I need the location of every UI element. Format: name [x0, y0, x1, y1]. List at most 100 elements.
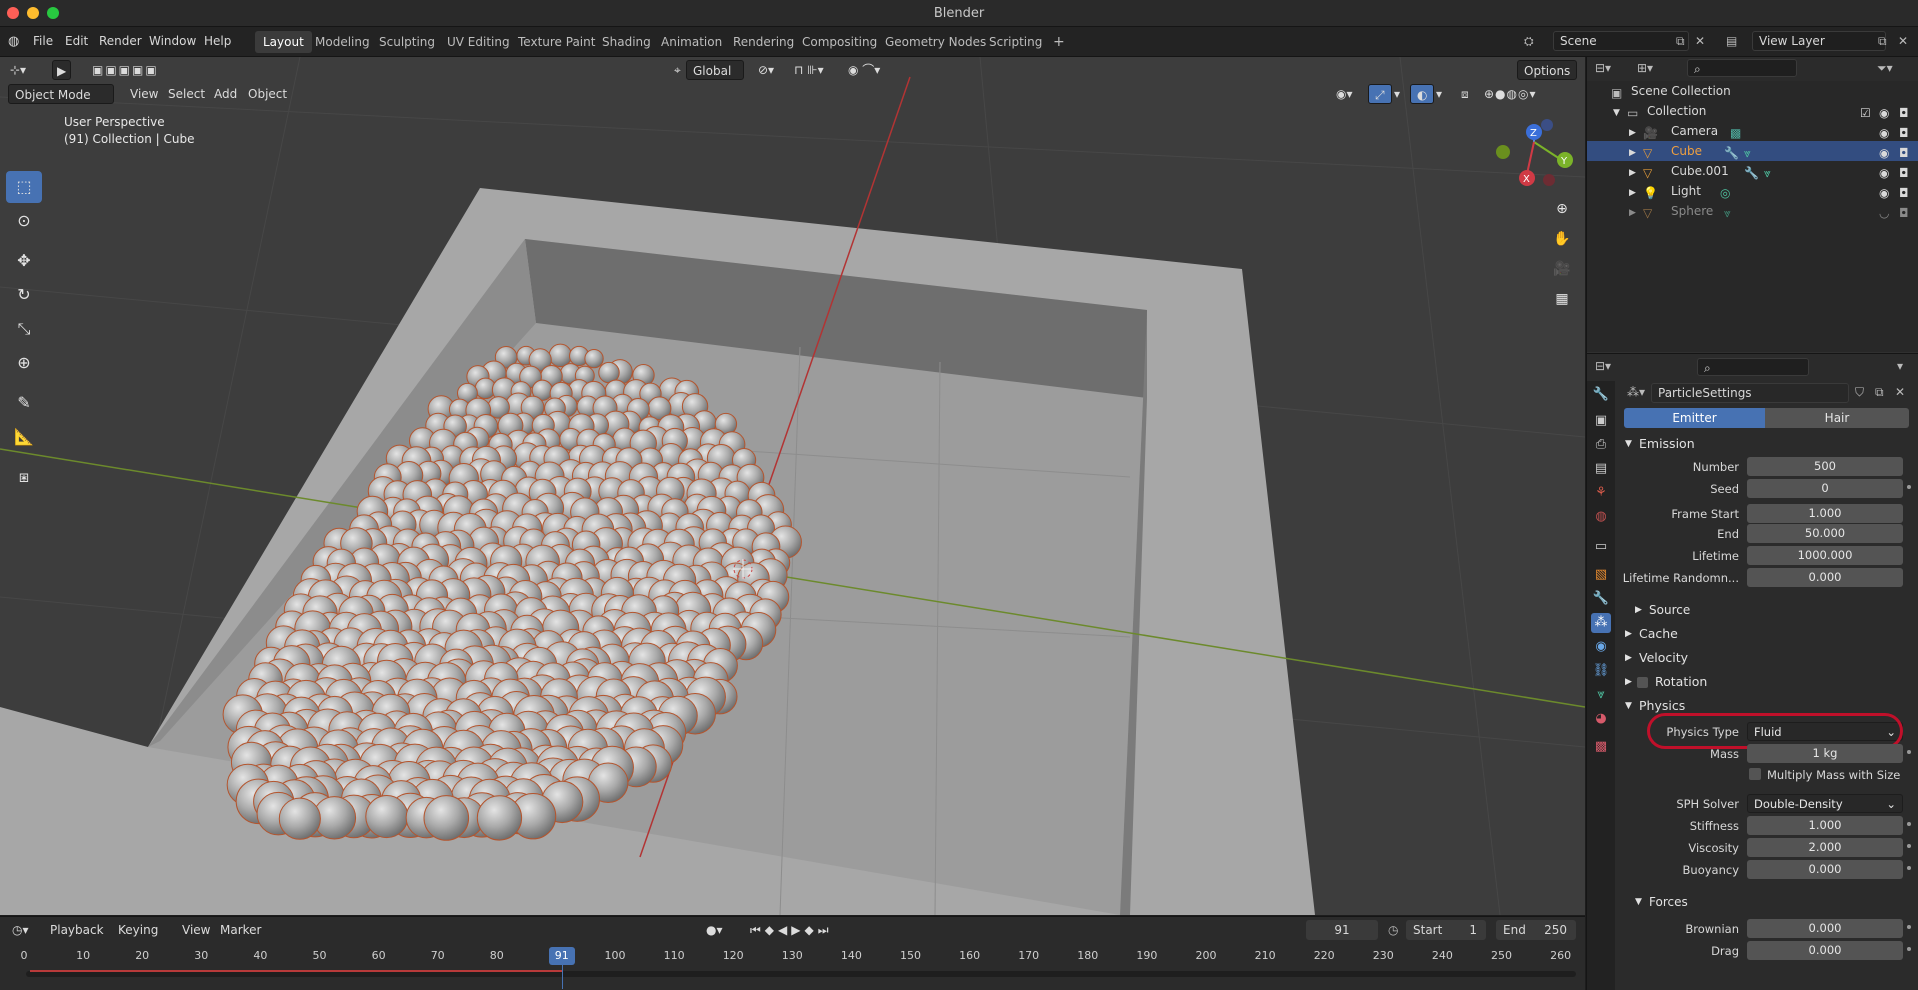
annotate-tool-icon[interactable]: ✎	[6, 387, 42, 419]
outliner-editor-icon[interactable]: ⊟▾	[1595, 61, 1611, 75]
timeline-menu-keying[interactable]: Keying	[112, 920, 164, 940]
tab-layout[interactable]: Layout	[255, 31, 312, 53]
scene-tab-icon[interactable]: ⚘	[1591, 483, 1611, 503]
timeline-menu-marker[interactable]: Marker	[214, 920, 267, 940]
view-layer-tab-icon[interactable]: ▤	[1591, 459, 1611, 479]
material-tab-icon[interactable]: ◕	[1591, 709, 1611, 729]
view-layer-field[interactable]: View Layer	[1752, 31, 1886, 51]
cache-panel-header[interactable]: ▶ Cache	[1615, 623, 1918, 645]
playhead[interactable]: 91	[548, 947, 575, 965]
tab-shading[interactable]: Shading	[594, 31, 659, 53]
object-mode-dropdown[interactable]: Object Mode	[8, 84, 114, 104]
multiply-mass-checkbox[interactable]	[1749, 768, 1761, 780]
eye-hidden-icon[interactable]: ◡	[1879, 203, 1889, 223]
velocity-panel-header[interactable]: ▶ Velocity	[1615, 647, 1918, 669]
camera-render-icon[interactable]: ◘	[1899, 203, 1909, 223]
scale-tool-icon[interactable]: ⤡	[6, 313, 42, 345]
timeline-menu-view[interactable]: View	[176, 920, 216, 940]
expand-icon[interactable]: ▶	[1629, 183, 1636, 203]
selection-mode-icons[interactable]: ▣▣▣▣▣	[86, 60, 165, 80]
viewport-menu-select[interactable]: Select	[162, 84, 211, 104]
properties-options-icon[interactable]: ▾	[1897, 359, 1903, 373]
camera-render-icon[interactable]: ◘	[1899, 163, 1909, 183]
menu-render[interactable]: Render	[99, 34, 142, 48]
camera-render-icon[interactable]: ◘	[1899, 103, 1909, 123]
render-tab-icon[interactable]: ▣	[1591, 411, 1611, 431]
add-cube-tool-icon[interactable]: ⧆	[6, 461, 42, 493]
emitter-type-button[interactable]: Emitter	[1624, 408, 1765, 428]
keyframe-dot-icon[interactable]	[1907, 750, 1911, 754]
delete-view-layer-icon[interactable]: ✕	[1898, 34, 1908, 48]
particle-settings-name-field[interactable]: ParticleSettings	[1651, 383, 1849, 403]
seed-field[interactable]: 0	[1747, 479, 1903, 498]
xray-icon[interactable]: ⧈	[1455, 84, 1475, 104]
pan-hand-icon[interactable]: ✋	[1550, 227, 1574, 251]
current-frame-field[interactable]: 91	[1306, 920, 1378, 940]
measure-tool-icon[interactable]: 📐	[6, 421, 42, 453]
expand-icon[interactable]: ▼	[1613, 103, 1620, 123]
scene-icon[interactable]: ⛭	[1524, 34, 1534, 49]
emission-panel-header[interactable]: ▼ Emission	[1615, 433, 1918, 455]
eye-icon[interactable]: ◉	[1879, 103, 1889, 123]
physics-tab-icon[interactable]: ◉	[1591, 637, 1611, 657]
constraints-tab-icon[interactable]: ⛓	[1591, 661, 1611, 681]
duplicate-icon[interactable]: ⧉	[1875, 385, 1884, 400]
camera-render-icon[interactable]: ◘	[1899, 183, 1909, 203]
timeline-menu-playback[interactable]: Playback	[44, 920, 110, 940]
move-tool-icon[interactable]: ✥	[6, 245, 42, 277]
add-workspace-button[interactable]: +	[1045, 31, 1073, 53]
menu-help[interactable]: Help	[204, 34, 231, 48]
expand-icon[interactable]: ▶	[1629, 123, 1636, 143]
keyframe-dot-icon[interactable]	[1907, 485, 1911, 489]
lifetime-random-field[interactable]: 0.000	[1747, 568, 1903, 587]
outliner-item-sphere[interactable]: ▶ ▽ Sphere ⩔ ◡ ◘	[1587, 201, 1918, 221]
viewport-menu-view[interactable]: View	[124, 84, 164, 104]
rotation-panel-header[interactable]: ▶ Rotation	[1615, 671, 1918, 693]
proportional-edit-icon[interactable]: ◉ ⌒▾	[842, 60, 886, 80]
camera-view-icon[interactable]: 🎥	[1550, 257, 1574, 281]
transform-tool-icon[interactable]: ⊕	[6, 347, 42, 379]
expand-icon[interactable]: ▶	[1629, 163, 1636, 183]
number-field[interactable]: 500	[1747, 457, 1903, 476]
end-field[interactable]: 50.000	[1747, 524, 1903, 543]
lifetime-field[interactable]: 1000.000	[1747, 546, 1903, 565]
new-scene-icon[interactable]: ⧉	[1676, 34, 1685, 49]
playback-controls[interactable]: ⏮◆◀▶◆⏭	[744, 920, 839, 940]
world-tab-icon[interactable]: ◍	[1591, 507, 1611, 527]
gizmo-dropdown-icon[interactable]: ▾	[1388, 84, 1406, 104]
overlay-dropdown-icon[interactable]: ▾	[1430, 84, 1448, 104]
tab-rendering[interactable]: Rendering	[725, 31, 802, 53]
scene-name-field[interactable]: Scene	[1553, 31, 1689, 51]
mass-field[interactable]: 1 kg	[1747, 744, 1903, 763]
rotate-tool-icon[interactable]: ↻	[6, 279, 42, 311]
texture-tab-icon[interactable]: ▩	[1591, 737, 1611, 757]
output-tab-icon[interactable]: ⎙	[1591, 435, 1611, 455]
tool-tab-icon[interactable]: 🔧	[1591, 385, 1611, 405]
outliner-item-cube-001[interactable]: ▶ ▽ Cube.001 🔧 ⩔ ◉ ◘	[1587, 161, 1918, 181]
eye-icon[interactable]: ◉	[1879, 123, 1889, 143]
select-box-tool-icon[interactable]: ⬚	[6, 171, 42, 203]
viewport-menu-add[interactable]: Add	[208, 84, 243, 104]
zoom-icon[interactable]: ⊕	[1550, 197, 1574, 221]
filter-icon[interactable]: ⏷▾	[1877, 61, 1893, 76]
object-tab-icon[interactable]: ▧	[1591, 565, 1611, 585]
frame-start-field[interactable]: 1.000	[1747, 504, 1903, 523]
tab-texture-paint[interactable]: Texture Paint	[510, 31, 603, 53]
rotation-checkbox[interactable]	[1637, 677, 1648, 688]
tab-sculpting[interactable]: Sculpting	[371, 31, 443, 53]
menu-window[interactable]: Window	[149, 34, 196, 48]
new-view-layer-icon[interactable]: ⧉	[1878, 34, 1887, 49]
end-frame-field[interactable]: End 250	[1496, 920, 1576, 940]
eye-icon[interactable]: ◉	[1879, 183, 1889, 203]
properties-editor-icon[interactable]: ⊟▾	[1595, 359, 1611, 373]
hair-type-button[interactable]: Hair	[1765, 408, 1909, 428]
particle-settings-icon[interactable]: ⁂▾	[1627, 385, 1645, 399]
viscosity-field[interactable]: 2.000	[1747, 838, 1903, 857]
clock-icon[interactable]: ◷	[1388, 923, 1398, 937]
buoyancy-field[interactable]: 0.000	[1747, 860, 1903, 879]
editor-type-icon[interactable]: ⊹▾	[4, 60, 32, 80]
tab-geometry-nodes[interactable]: Geometry Nodes	[877, 31, 994, 53]
menu-edit[interactable]: Edit	[65, 34, 88, 48]
3d-viewport[interactable]: Z Y X ⊹▾ ▶ ▣▣▣▣▣ ⌖ Global ⊘▾ ⊓ ⊪▾ ◉ ⌒▾ O…	[0, 57, 1585, 915]
record-icon[interactable]: ●▾	[700, 920, 729, 940]
